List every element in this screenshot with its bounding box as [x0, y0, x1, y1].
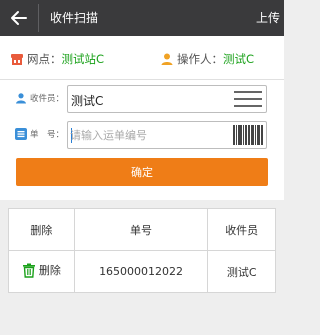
- courier-label: 收件员：: [30, 94, 65, 104]
- operator-info: 操作人： 测试C: [160, 51, 254, 67]
- operator-label: 操作人：: [177, 52, 223, 66]
- order-number-input[interactable]: [70, 126, 220, 144]
- back-button[interactable]: [8, 8, 30, 28]
- table-row: 删除 165000012022 测试C: [8, 250, 276, 293]
- column-header-order-number: 单号: [73, 208, 209, 251]
- page-title: 收件扫描: [50, 11, 99, 25]
- delete-button[interactable]: 删除: [8, 250, 75, 293]
- trash-icon: [22, 263, 35, 278]
- scan-result-table: 删除 单号 收件员 删除 165000012022 测试C: [8, 208, 276, 293]
- column-header-courier: 收件员: [207, 208, 276, 251]
- list-menu-icon[interactable]: [233, 88, 263, 110]
- courier-value: 测试C: [71, 94, 104, 108]
- table-header-row: 删除 单号 收件员: [8, 208, 276, 251]
- list-icon: [15, 128, 27, 140]
- section-divider: [0, 79, 284, 80]
- courier-cell: 测试C: [207, 250, 276, 293]
- operator-value: 测试C: [223, 52, 255, 66]
- order-label: 单 号：: [30, 130, 65, 140]
- courier-select[interactable]: 测试C: [67, 85, 267, 113]
- scan-panel: 网点： 测试站C 操作人： 测试C 收件员： 测试C 单 号： 请输入运单编号 …: [0, 36, 284, 200]
- upload-button[interactable]: 上传: [256, 9, 290, 26]
- confirm-button[interactable]: 确定: [16, 158, 268, 186]
- order-number-cell: 165000012022: [73, 250, 209, 293]
- site-info: 网点： 测试站C: [10, 51, 104, 67]
- person-icon: [16, 93, 26, 104]
- order-number-field[interactable]: [67, 121, 267, 149]
- site-label: 网点：: [27, 52, 62, 66]
- store-icon: [10, 52, 24, 66]
- info-row: 网点： 测试站C 操作人： 测试C: [0, 46, 284, 72]
- order-field-label: 单 号：: [15, 128, 64, 140]
- back-arrow-icon: [11, 11, 27, 25]
- column-header-delete: 删除: [8, 208, 75, 251]
- person-icon: [160, 52, 174, 66]
- title-bar: 收件扫描 上传: [0, 0, 284, 36]
- site-value: 测试站C: [61, 52, 105, 66]
- barcode-scan-icon[interactable]: [233, 125, 263, 145]
- delete-label: 删除: [38, 264, 61, 278]
- title-divider: [38, 4, 39, 32]
- courier-field-label: 收件员：: [15, 92, 64, 104]
